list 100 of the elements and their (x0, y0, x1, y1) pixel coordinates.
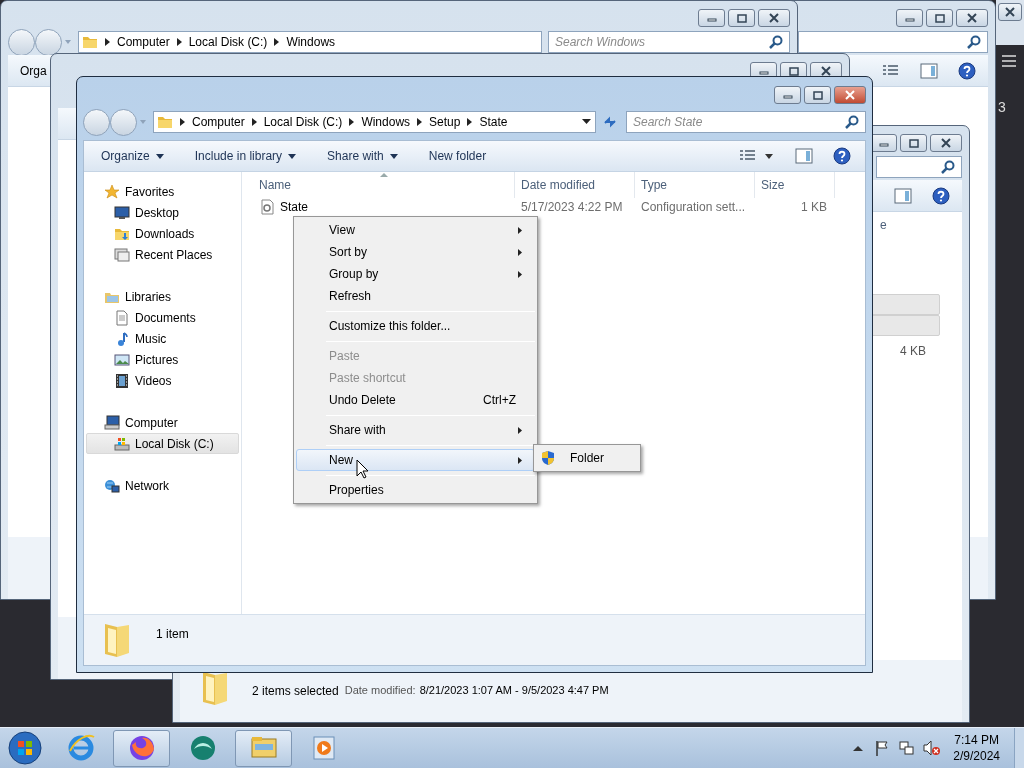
chevron-right-icon (180, 118, 185, 126)
taskbar-button[interactable] (113, 729, 170, 767)
close-icon (843, 89, 857, 101)
chevron-up-icon[interactable] (853, 745, 864, 751)
search-field[interactable] (798, 31, 988, 53)
search-field[interactable] (876, 156, 962, 178)
nav-item[interactable]: Computer (86, 412, 239, 433)
close-button[interactable] (930, 134, 962, 152)
column-header[interactable]: e (870, 212, 940, 234)
search-icon[interactable] (845, 115, 859, 129)
film-icon (114, 372, 130, 389)
network-icon[interactable] (899, 740, 916, 756)
nav-item[interactable]: Documents (86, 307, 239, 328)
dropdown-caret-icon (389, 153, 398, 159)
menu-item[interactable]: Sort by (296, 241, 535, 263)
nav-item[interactable]: Music (86, 328, 239, 349)
chevron-right-icon (274, 38, 280, 46)
search-field[interactable]: Search State (626, 111, 866, 133)
nav-item[interactable]: Pictures (86, 349, 239, 370)
close-button[interactable] (998, 3, 1022, 21)
nav-item[interactable]: Network (86, 475, 239, 496)
menu-item[interactable]: Undo Delete Ctrl+Z (296, 389, 535, 411)
search-icon[interactable] (967, 35, 981, 49)
search-icon[interactable] (941, 160, 955, 174)
detail-value: 8/21/2023 1:07 AM - 9/5/2023 4:47 PM (419, 683, 609, 698)
start-orb-icon[interactable] (8, 731, 42, 765)
status-text: 1 item (156, 626, 189, 643)
nav-item[interactable]: Favorites (86, 181, 239, 202)
toolbar-button[interactable]: Share with (327, 147, 398, 165)
nav-item[interactable]: Desktop (86, 202, 239, 223)
menu-item[interactable]: New (296, 449, 535, 471)
submenu-arrow-icon (518, 226, 522, 234)
view-list-icon[interactable] (739, 149, 757, 163)
breadcrumb-segment[interactable]: Windows (286, 33, 336, 51)
chevron-right-icon (349, 118, 355, 126)
maximize-icon (906, 137, 921, 149)
shortcut-text: Ctrl+Z (483, 392, 516, 409)
chevron-right-icon (467, 118, 473, 126)
breadcrumb-segment[interactable]: Local Disk (C:) (263, 113, 343, 131)
clock-date: 2/9/2024 (953, 748, 1000, 764)
close-icon (1003, 6, 1017, 18)
address-bar[interactable]: Computer Local Disk (C:) Windows Setup State (153, 111, 596, 133)
menu-item[interactable]: Group by (296, 263, 535, 285)
close-icon (965, 12, 979, 24)
star-icon (104, 183, 120, 200)
folder-icon (157, 114, 173, 130)
menu-item[interactable]: View (296, 219, 535, 241)
search-field[interactable]: Search Windows (548, 31, 790, 53)
folder-icon (82, 34, 98, 50)
submenu-arrow-icon (518, 456, 522, 464)
nav-item[interactable]: Local Disk (C:) (86, 433, 239, 454)
menu-item[interactable]: Properties (296, 479, 535, 501)
dropdown-caret-icon[interactable] (765, 153, 773, 159)
clock-time: 7:14 PM (954, 732, 999, 748)
toolbar-button[interactable]: New folder (428, 147, 487, 165)
menu-icon[interactable] (1002, 55, 1016, 67)
breadcrumb-segment[interactable]: Computer (192, 113, 245, 131)
toolbar-button[interactable]: Organize (101, 147, 164, 165)
menu-item[interactable]: Refresh (296, 285, 535, 307)
clock[interactable]: 7:14 PM 2/9/2024 (953, 732, 1000, 764)
view-list-icon[interactable] (882, 63, 900, 78)
toolbar-button[interactable]: Include in library (194, 147, 297, 165)
close-button[interactable] (758, 9, 790, 27)
help-icon[interactable] (932, 186, 950, 205)
close-icon (767, 12, 781, 24)
table-cell-text: 5/17/2023 4:22 PM (520, 199, 624, 216)
toolbar-button[interactable]: Orga (20, 61, 47, 80)
address-bar[interactable]: Computer Local Disk (C:) Windows (78, 31, 542, 53)
nav-item[interactable]: Recent Places (86, 244, 239, 265)
maximize-icon (734, 12, 749, 24)
column-header[interactable]: Date modified (515, 172, 635, 198)
column-header[interactable]: Size (755, 172, 835, 198)
refresh-icon[interactable] (602, 114, 618, 130)
help-icon[interactable] (958, 61, 976, 80)
chevron-right-icon (105, 38, 110, 46)
nav-item[interactable]: Libraries (86, 286, 239, 307)
breadcrumb-segment[interactable]: State (479, 113, 508, 131)
table-cell-text: 1 KB (800, 199, 828, 216)
nav-item[interactable]: Videos (86, 370, 239, 391)
column-header[interactable]: Type (635, 172, 755, 198)
help-icon[interactable] (833, 147, 851, 165)
breadcrumb-segment[interactable]: Setup (429, 113, 461, 131)
dropdown-caret-icon (288, 153, 297, 159)
flag-icon[interactable] (875, 740, 890, 756)
close-button[interactable] (956, 9, 988, 27)
file-name[interactable]: State (280, 198, 309, 216)
menu-item[interactable]: Share with (296, 419, 535, 441)
chevron-right-icon (176, 38, 182, 46)
settings-file-icon (259, 199, 275, 215)
breadcrumb-segment[interactable]: Computer (117, 33, 170, 51)
shield-icon (540, 450, 556, 466)
menu-item[interactable]: Customize this folder... (296, 315, 535, 337)
table-cell-text: Configuration sett... (640, 199, 747, 216)
search-icon[interactable] (769, 35, 783, 49)
submenu-arrow-icon (518, 248, 522, 256)
speaker-muted-icon[interactable] (923, 740, 942, 756)
breadcrumb-segment[interactable]: Windows (361, 113, 411, 131)
menu-item[interactable]: Folder (536, 447, 638, 469)
breadcrumb-segment[interactable]: Local Disk (C:) (188, 33, 268, 51)
nav-item[interactable]: Downloads (86, 223, 239, 244)
